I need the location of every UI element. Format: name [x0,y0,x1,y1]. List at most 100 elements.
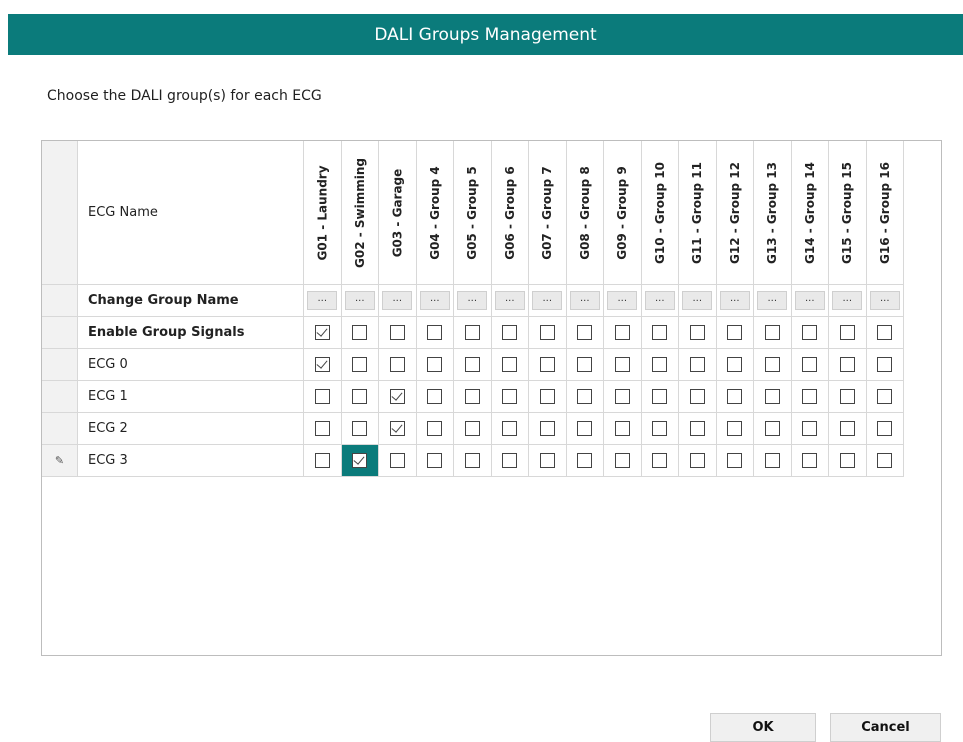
rename-group-button[interactable]: ... [419,291,450,310]
group-checkbox-cell[interactable] [341,349,379,381]
group-checkbox[interactable] [652,453,668,468]
group-checkbox[interactable] [877,453,893,468]
group-checkbox-cell[interactable] [454,349,492,381]
group-checkbox-cell[interactable] [529,317,567,349]
group-checkbox-cell[interactable] [454,317,492,349]
cancel-button[interactable]: Cancel [830,713,941,742]
group-checkbox[interactable] [464,357,480,372]
group-checkbox-cell[interactable] [716,381,754,413]
group-checkbox[interactable] [427,453,443,468]
group-checkbox-cell[interactable] [379,445,417,477]
group-checkbox[interactable] [464,453,480,468]
group-checkbox[interactable] [464,325,480,340]
group-checkbox-cell[interactable] [566,381,604,413]
group-checkbox[interactable] [802,325,818,340]
group-checkbox-cell[interactable] [679,445,717,477]
group-checkbox-cell[interactable] [566,349,604,381]
rename-group-button[interactable]: ... [344,291,375,310]
group-checkbox[interactable] [389,453,405,468]
group-checkbox[interactable] [614,453,630,468]
group-checkbox-cell[interactable] [641,445,679,477]
group-checkbox-cell[interactable] [304,413,342,445]
group-checkbox-cell[interactable] [829,413,867,445]
group-checkbox-cell[interactable] [754,349,792,381]
group-checkbox[interactable] [502,421,518,436]
group-checkbox-cell[interactable] [416,413,454,445]
group-checkbox[interactable] [689,453,705,468]
group-checkbox-cell[interactable] [679,317,717,349]
group-checkbox-cell[interactable] [379,317,417,349]
rename-group-button[interactable]: ... [644,291,675,310]
group-checkbox[interactable] [577,325,593,340]
group-checkbox-cell[interactable] [829,381,867,413]
group-checkbox-cell[interactable] [754,445,792,477]
group-checkbox[interactable] [389,421,405,436]
rename-group-button[interactable]: ... [382,291,413,310]
group-checkbox[interactable] [764,389,780,404]
group-checkbox-cell[interactable] [791,349,829,381]
group-checkbox[interactable] [652,389,668,404]
group-checkbox[interactable] [802,453,818,468]
group-checkbox[interactable] [839,389,855,404]
group-checkbox-cell[interactable] [379,381,417,413]
group-checkbox[interactable] [614,421,630,436]
rename-group-button[interactable]: ... [832,291,863,310]
group-checkbox-cell[interactable] [529,381,567,413]
group-checkbox[interactable] [839,421,855,436]
group-checkbox-cell[interactable] [379,413,417,445]
group-checkbox[interactable] [764,421,780,436]
group-checkbox[interactable] [577,453,593,468]
group-checkbox[interactable] [689,389,705,404]
group-checkbox[interactable] [539,453,555,468]
rename-group-button[interactable]: ... [757,291,788,310]
group-checkbox[interactable] [689,357,705,372]
group-checkbox[interactable] [727,389,743,404]
group-checkbox-cell[interactable] [491,445,529,477]
group-checkbox-cell[interactable] [716,413,754,445]
group-checkbox[interactable] [614,357,630,372]
group-checkbox[interactable] [427,325,443,340]
group-checkbox[interactable] [727,421,743,436]
group-checkbox[interactable] [314,421,330,436]
group-checkbox-cell[interactable] [304,445,342,477]
group-checkbox[interactable] [539,357,555,372]
group-checkbox-cell[interactable] [716,349,754,381]
group-checkbox-cell[interactable] [379,349,417,381]
group-checkbox[interactable] [502,357,518,372]
group-checkbox-cell[interactable] [866,445,904,477]
group-checkbox-cell[interactable] [604,413,642,445]
group-checkbox-cell[interactable] [491,317,529,349]
group-checkbox[interactable] [689,421,705,436]
group-checkbox[interactable] [389,389,405,404]
group-checkbox[interactable] [652,357,668,372]
group-checkbox-cell[interactable] [829,317,867,349]
group-checkbox-cell[interactable] [341,381,379,413]
group-checkbox-cell[interactable] [754,317,792,349]
rename-group-button[interactable]: ... [494,291,525,310]
group-checkbox-cell[interactable] [791,445,829,477]
group-checkbox[interactable] [539,325,555,340]
group-checkbox-cell[interactable] [454,381,492,413]
group-checkbox-cell[interactable] [566,317,604,349]
group-checkbox-cell[interactable] [604,381,642,413]
group-checkbox[interactable] [427,421,443,436]
group-checkbox-cell[interactable] [829,445,867,477]
group-checkbox-cell[interactable] [454,445,492,477]
group-checkbox-cell[interactable] [491,413,529,445]
group-checkbox[interactable] [314,453,330,468]
group-checkbox-cell[interactable] [604,317,642,349]
group-checkbox-cell[interactable] [304,381,342,413]
group-checkbox-cell[interactable] [416,317,454,349]
group-checkbox-cell[interactable] [529,445,567,477]
group-checkbox[interactable] [502,453,518,468]
group-checkbox[interactable] [877,357,893,372]
group-checkbox-cell[interactable] [604,445,642,477]
group-checkbox[interactable] [727,453,743,468]
rename-group-button[interactable]: ... [794,291,825,310]
group-checkbox-cell[interactable] [679,413,717,445]
group-checkbox-cell[interactable] [416,349,454,381]
group-checkbox-cell[interactable] [491,349,529,381]
group-checkbox[interactable] [464,389,480,404]
group-checkbox[interactable] [427,389,443,404]
group-checkbox-cell[interactable] [829,349,867,381]
